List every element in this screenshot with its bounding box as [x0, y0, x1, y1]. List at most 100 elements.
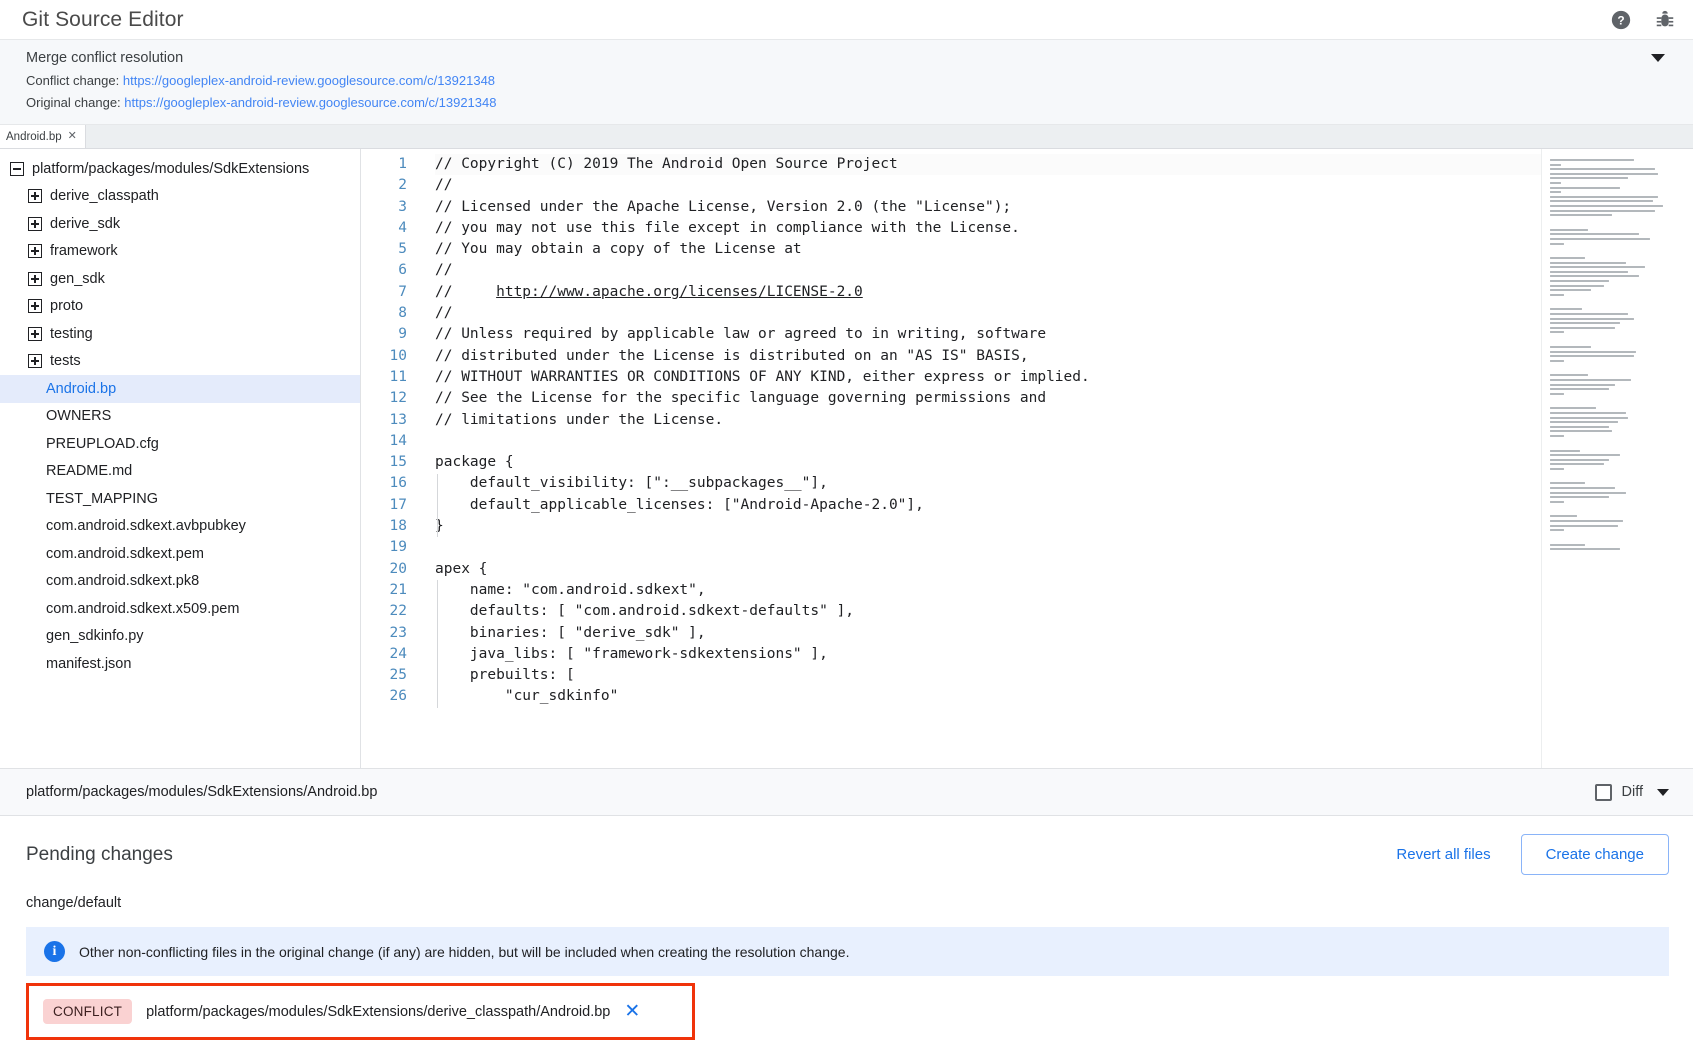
minimap-line	[1550, 472, 1685, 482]
minimap-line	[1550, 233, 1639, 235]
line-number: 24	[361, 644, 407, 665]
tree-item[interactable]: platform/packages/modules/SdkExtensions	[0, 155, 360, 183]
minimap-line	[1550, 505, 1685, 515]
expand-icon[interactable]	[28, 272, 42, 286]
diff-checkbox[interactable]	[1595, 784, 1612, 801]
close-icon[interactable]: ✕	[624, 1002, 640, 1021]
minimap-line	[1550, 327, 1615, 329]
tree-item[interactable]: testing	[0, 320, 360, 348]
minimap-line	[1550, 534, 1685, 544]
expand-icon[interactable]	[28, 244, 42, 258]
code-line[interactable]: //	[435, 260, 1541, 281]
minimap-line	[1550, 219, 1685, 229]
tree-item[interactable]: TEST_MAPPING	[0, 485, 360, 513]
expand-icon[interactable]	[28, 354, 42, 368]
tree-item[interactable]: com.android.sdkext.pk8	[0, 568, 360, 596]
minimap-line	[1550, 407, 1596, 409]
tab-close-icon[interactable]: ✕	[68, 131, 77, 142]
tree-item[interactable]: derive_sdk	[0, 210, 360, 238]
code-line[interactable]: }	[435, 516, 1541, 537]
code-line[interactable]: // distributed under the License is dist…	[435, 346, 1541, 367]
code-line[interactable]: prebuilts: [	[435, 665, 1541, 686]
line-number: 18	[361, 516, 407, 537]
file-path-bar: platform/packages/modules/SdkExtensions/…	[0, 769, 1693, 816]
tree-item[interactable]: framework	[0, 238, 360, 266]
tree-item[interactable]: gen_sdkinfo.py	[0, 623, 360, 651]
svg-text:?: ?	[1617, 13, 1624, 27]
code-line[interactable]: binaries: [ "derive_sdk" ],	[435, 623, 1541, 644]
bug-icon[interactable]	[1653, 8, 1677, 32]
conflict-file-row[interactable]: CONFLICT platform/packages/modules/SdkEx…	[29, 986, 692, 1037]
line-number: 26	[361, 686, 407, 707]
tree-item[interactable]: OWNERS	[0, 403, 360, 431]
code-line[interactable]: // Licensed under the Apache License, Ve…	[435, 197, 1541, 218]
tree-item[interactable]: derive_classpath	[0, 183, 360, 211]
minimap-line	[1550, 459, 1609, 461]
code-line[interactable]: // WITHOUT WARRANTIES OR CONDITIONS OF A…	[435, 367, 1541, 388]
code-minimap[interactable]	[1541, 149, 1693, 768]
file-tree: platform/packages/modules/SdkExtensionsd…	[0, 149, 360, 768]
help-icon[interactable]: ?	[1609, 8, 1633, 32]
code-line[interactable]: package {	[435, 452, 1541, 473]
code-line[interactable]: // Unless required by applicable law or …	[435, 324, 1541, 345]
code-line[interactable]: // Copyright (C) 2019 The Android Open S…	[435, 154, 1541, 175]
create-change-button[interactable]: Create change	[1521, 834, 1669, 875]
expand-icon[interactable]	[28, 189, 42, 203]
code-line[interactable]: apex {	[435, 559, 1541, 580]
code-line[interactable]: //	[435, 175, 1541, 196]
code-line[interactable]: "cur_sdkinfo"	[435, 686, 1541, 707]
main-split: platform/packages/modules/SdkExtensionsd…	[0, 149, 1693, 769]
tree-item[interactable]: com.android.sdkext.pem	[0, 540, 360, 568]
original-change-link[interactable]: https://googleplex-android-review.google…	[124, 95, 496, 110]
indent-guide	[437, 474, 438, 538]
minimap-line	[1550, 384, 1615, 386]
code-line[interactable]: // you may not use this file except in c…	[435, 218, 1541, 239]
minimap-line	[1550, 336, 1685, 346]
line-number: 16	[361, 473, 407, 494]
collapse-icon[interactable]	[10, 162, 24, 176]
code-line[interactable]: // See the License for the specific lang…	[435, 388, 1541, 409]
tree-item[interactable]: tests	[0, 348, 360, 376]
code-line[interactable]	[435, 431, 1541, 452]
revert-all-files-button[interactable]: Revert all files	[1382, 838, 1504, 871]
license-url-link[interactable]: http://www.apache.org/licenses/LICENSE-2…	[496, 284, 863, 300]
expand-icon[interactable]	[28, 327, 42, 341]
tree-item[interactable]: manifest.json	[0, 650, 360, 678]
code-editor[interactable]: 1234567891011121314151617181920212223242…	[360, 149, 1693, 768]
app-bar-actions: ?	[1609, 8, 1677, 32]
tree-item[interactable]: com.android.sdkext.avbpubkey	[0, 513, 360, 541]
tree-item[interactable]: README.md	[0, 458, 360, 486]
minimap-line	[1550, 360, 1564, 362]
conflict-change-link[interactable]: https://googleplex-android-review.google…	[123, 73, 495, 88]
code-line[interactable]: name: "com.android.sdkext",	[435, 580, 1541, 601]
diff-chevron-down-icon[interactable]	[1657, 789, 1669, 796]
minimap-line	[1550, 313, 1628, 315]
code-line[interactable]: defaults: [ "com.android.sdkext-defaults…	[435, 601, 1541, 622]
code-line[interactable]: default_visibility: [":__subpackages__"]…	[435, 473, 1541, 494]
minimap-line	[1550, 298, 1685, 308]
code-line[interactable]: java_libs: [ "framework-sdkextensions" ]…	[435, 644, 1541, 665]
code-line[interactable]: //	[435, 303, 1541, 324]
tree-item[interactable]: proto	[0, 293, 360, 321]
code-line[interactable]: default_applicable_licenses: ["Android-A…	[435, 495, 1541, 516]
expand-icon[interactable]	[28, 217, 42, 231]
minimap-line	[1550, 159, 1634, 161]
code-line[interactable]: // http://www.apache.org/licenses/LICENS…	[435, 282, 1541, 303]
tree-item[interactable]: Android.bp	[0, 375, 360, 403]
tree-item[interactable]: gen_sdk	[0, 265, 360, 293]
expand-icon[interactable]	[28, 299, 42, 313]
code-line[interactable]: // You may obtain a copy of the License …	[435, 239, 1541, 260]
tree-item[interactable]: PREUPLOAD.cfg	[0, 430, 360, 458]
tree-item[interactable]: com.android.sdkext.x509.pem	[0, 595, 360, 623]
minimap-line	[1550, 164, 1561, 166]
tab-android-bp[interactable]: Android.bp ✕	[0, 125, 86, 148]
code-content[interactable]: // Copyright (C) 2019 The Android Open S…	[417, 154, 1541, 768]
minimap-line	[1550, 238, 1650, 240]
code-line[interactable]: // limitations under the License.	[435, 410, 1541, 431]
conflict-highlight-box: CONFLICT platform/packages/modules/SdkEx…	[26, 983, 695, 1040]
code-scroll-area[interactable]: 1234567891011121314151617181920212223242…	[361, 149, 1541, 768]
code-line[interactable]	[435, 537, 1541, 558]
chevron-down-icon[interactable]	[1651, 54, 1665, 62]
tree-item-label: OWNERS	[46, 408, 111, 424]
line-number: 22	[361, 601, 407, 622]
